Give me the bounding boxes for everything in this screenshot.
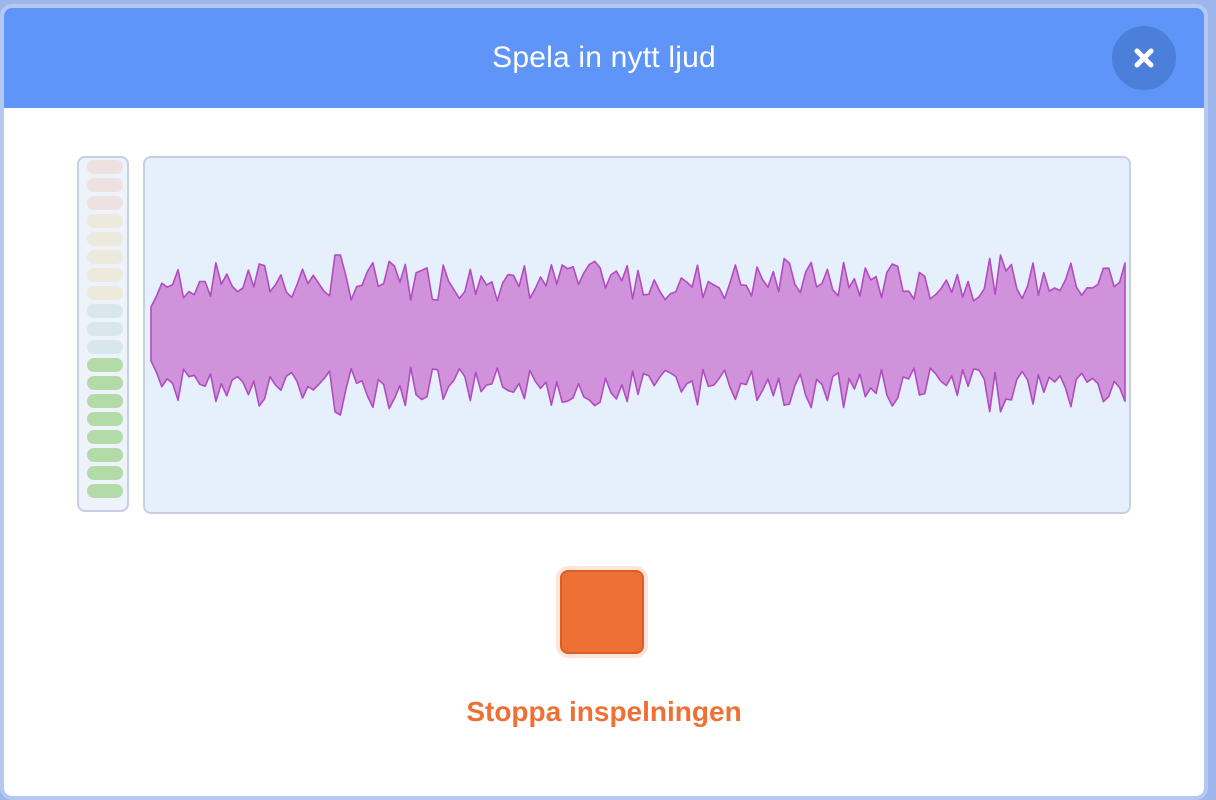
meter-segment-lit xyxy=(87,376,123,390)
meter-segment-unlit xyxy=(87,286,123,300)
meter-segment-unlit xyxy=(87,268,123,282)
stop-recording-button[interactable] xyxy=(560,570,644,654)
waveform-panel xyxy=(143,156,1131,514)
stop-recording-label[interactable]: Stoppa inspelningen xyxy=(4,696,1204,728)
record-sound-modal: Spela in nytt ljud Stoppa inspelningen xyxy=(4,8,1204,796)
meter-segment-unlit xyxy=(87,196,123,210)
close-button[interactable] xyxy=(1112,26,1176,90)
meter-segment-lit xyxy=(87,412,123,426)
close-icon xyxy=(1134,48,1154,68)
meter-segment-unlit xyxy=(87,160,123,174)
meter-segment-unlit xyxy=(87,340,123,354)
level-meter xyxy=(77,156,129,512)
meter-segment-lit xyxy=(87,466,123,480)
modal-title: Spela in nytt ljud xyxy=(492,41,716,74)
meter-segment-unlit xyxy=(87,250,123,264)
meter-segment-lit xyxy=(87,430,123,444)
meter-segment-unlit xyxy=(87,178,123,192)
meter-segment-lit xyxy=(87,358,123,372)
modal-header: Spela in nytt ljud xyxy=(4,8,1204,108)
meter-segment-unlit xyxy=(87,214,123,228)
meter-segment-lit xyxy=(87,484,123,498)
meter-segment-unlit xyxy=(87,304,123,318)
waveform-shape xyxy=(150,254,1126,416)
meter-segment-lit xyxy=(87,394,123,408)
meter-segment-unlit xyxy=(87,322,123,336)
meter-segment-lit xyxy=(87,448,123,462)
meter-segment-unlit xyxy=(87,232,123,246)
waveform xyxy=(150,254,1126,416)
